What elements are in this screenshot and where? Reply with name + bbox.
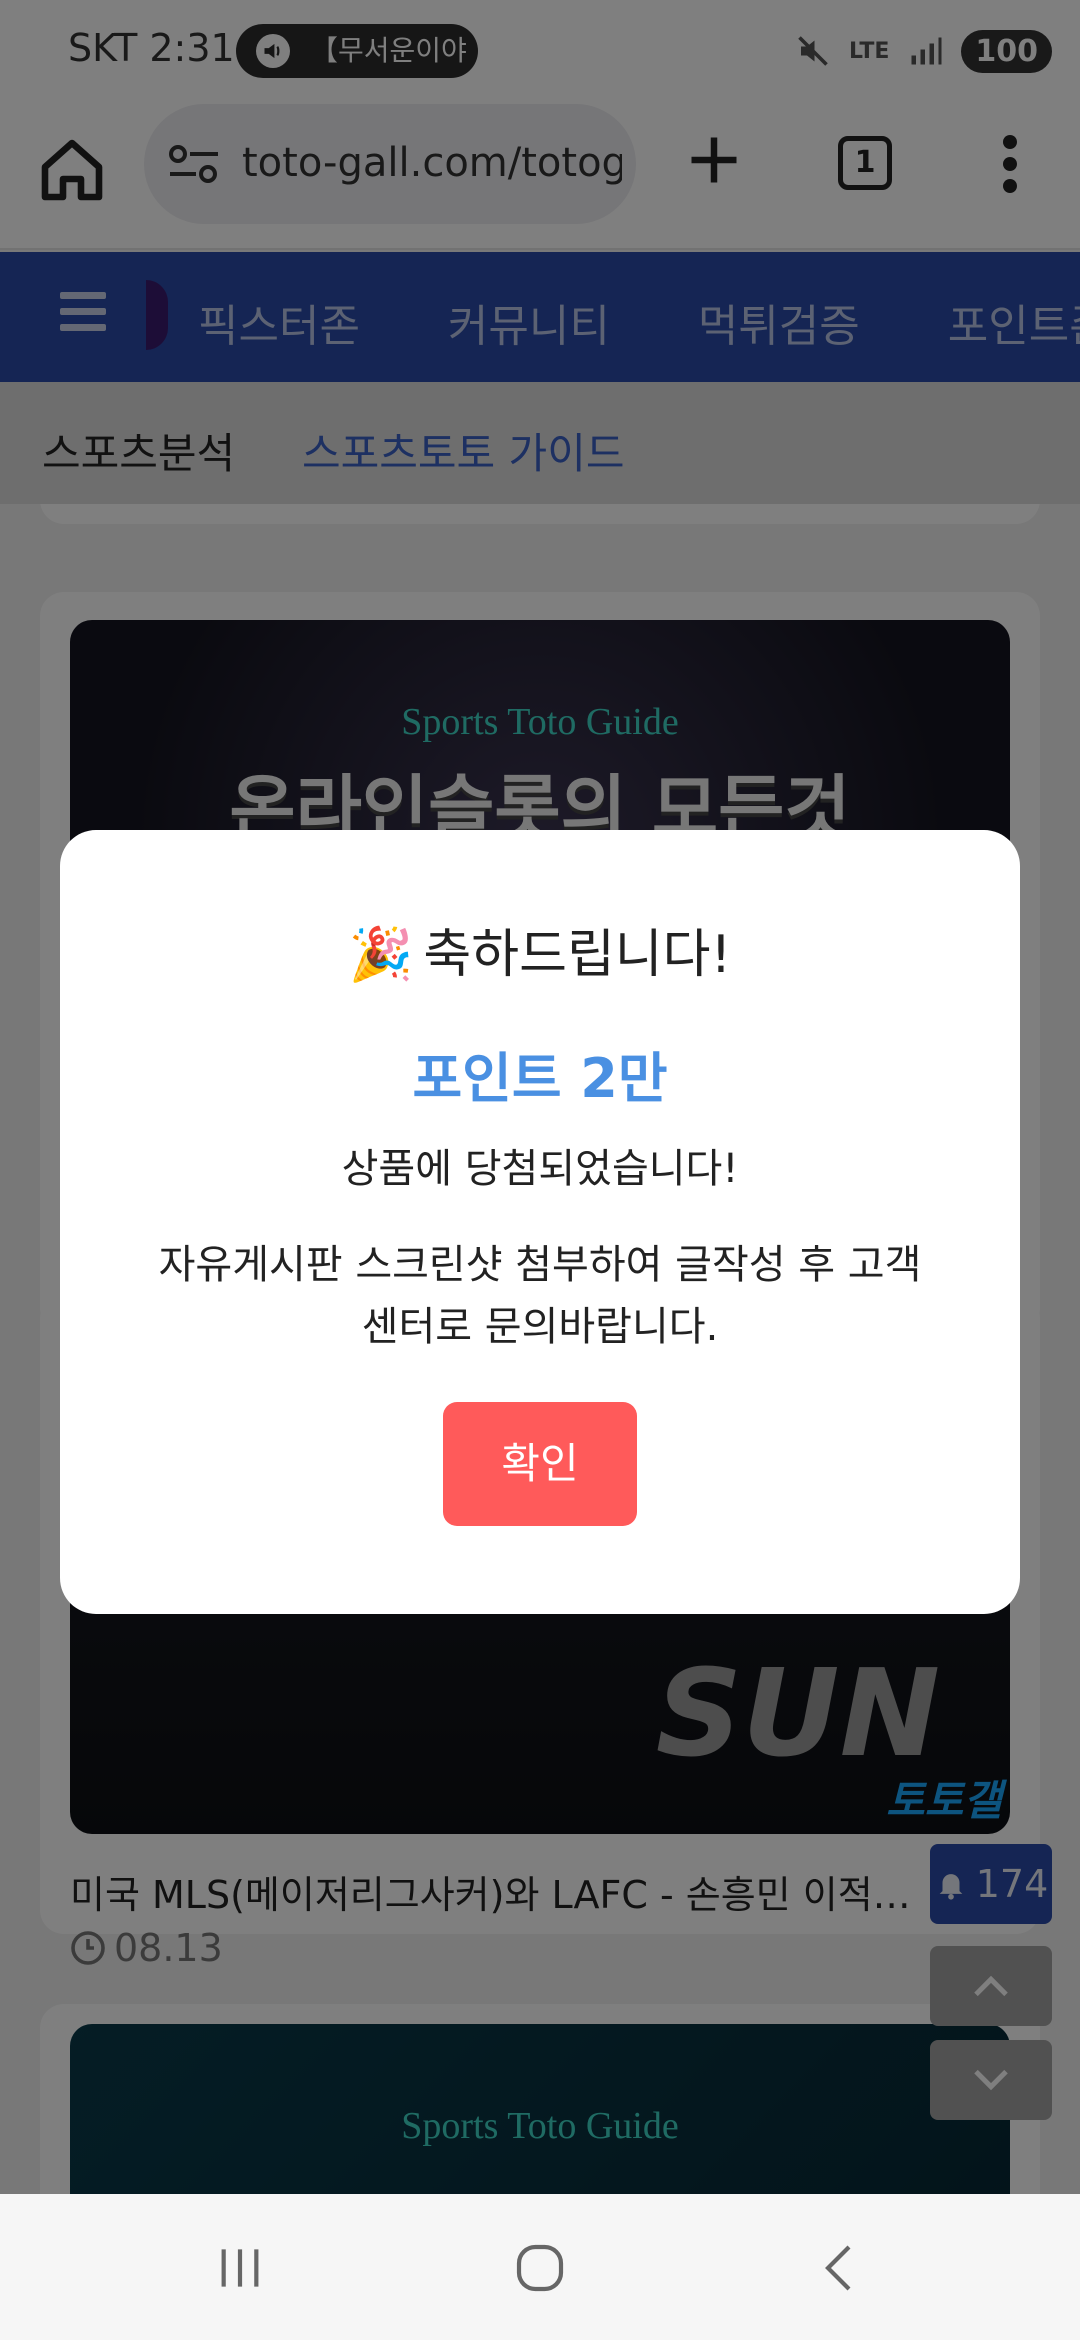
instruction-text: 자유게시판 스크린샷 첨부하여 글작성 후 고객센터로 문의바랍니다. <box>158 1242 922 1350</box>
party-popper-icon: 🎉 <box>348 925 414 985</box>
recent-apps-icon[interactable] <box>210 2240 270 2296</box>
back-icon[interactable] <box>812 2240 872 2296</box>
prize-modal: 🎉 축하드립니다! 포인트 2만 상품에 당첨되었습니다! 자유게시판 스크린샷 … <box>60 830 1020 1614</box>
modal-title: 🎉 축하드립니다! <box>60 912 1020 987</box>
won-message: 상품에 당첨되었습니다! <box>341 1146 739 1192</box>
home-nav-icon[interactable] <box>510 2240 570 2296</box>
system-nav-bar <box>0 2194 1080 2340</box>
prize-text: 포인트 2만 <box>412 1047 668 1110</box>
confirm-button[interactable]: 확인 <box>443 1402 637 1526</box>
modal-title-text: 축하드립니다! <box>423 925 732 985</box>
